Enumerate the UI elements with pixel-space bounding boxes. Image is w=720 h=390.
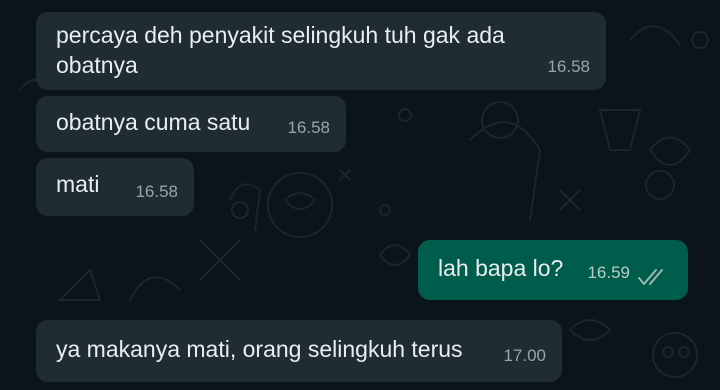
message-text: lah bapa lo? bbox=[438, 255, 564, 281]
message-text: ya makanya mati, orang selingkuh terus bbox=[56, 336, 463, 362]
message-text-line-2: obatnya bbox=[56, 52, 138, 78]
message-timestamp: 16.58 bbox=[287, 118, 330, 137]
message-text: obatnya cuma satu bbox=[56, 109, 251, 135]
message-timestamp: 16.59 bbox=[587, 263, 630, 282]
message-bubble-incoming[interactable]: mati 16.58 bbox=[36, 158, 194, 216]
message-text: mati bbox=[56, 171, 100, 197]
message-bubble-outgoing[interactable]: lah bapa lo? 16.59 bbox=[418, 240, 688, 300]
message-bubble-incoming[interactable]: percaya deh penyakit selingkuh tuh gak a… bbox=[36, 12, 606, 90]
message-bubble-incoming[interactable]: obatnya cuma satu 16.58 bbox=[36, 96, 346, 152]
message-timestamp: 16.58 bbox=[135, 182, 178, 201]
message-timestamp: 16.58 bbox=[547, 57, 590, 76]
message-bubble-incoming[interactable]: ya makanya mati, orang selingkuh terus 1… bbox=[36, 320, 562, 382]
message-timestamp: 17.00 bbox=[503, 346, 546, 365]
message-text-line-1: percaya deh penyakit selingkuh tuh gak a… bbox=[56, 22, 505, 48]
double-check-read-icon bbox=[638, 269, 663, 285]
